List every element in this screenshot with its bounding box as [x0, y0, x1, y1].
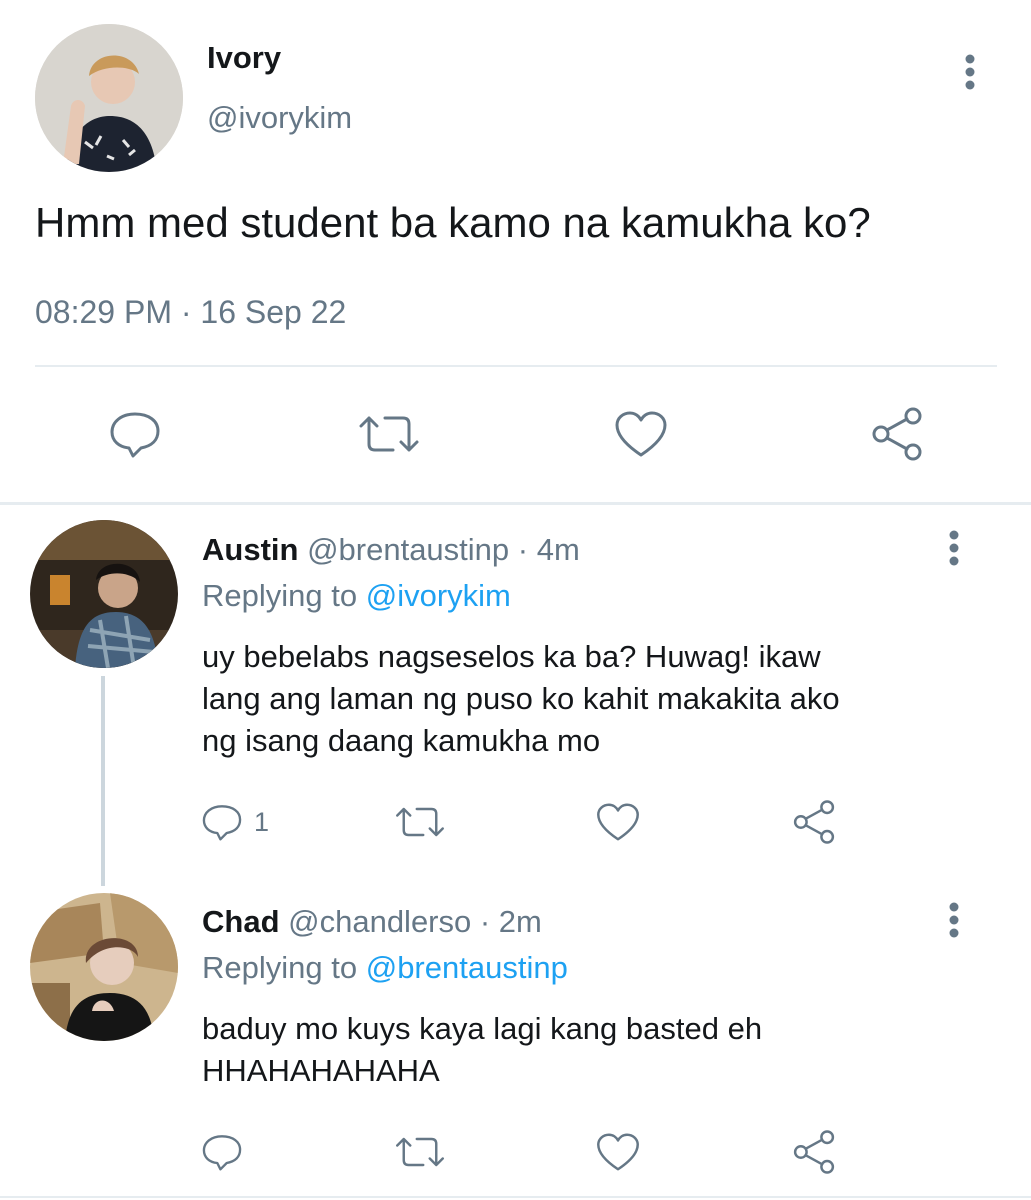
reply-text: uy bebelabs nagseselos ka ba? Huwag! ika… — [202, 636, 840, 762]
tweet-text: Hmm med student ba kamo na kamukha ko? — [35, 199, 871, 246]
reply-header: Chad @chandlerso · 2m — [202, 902, 542, 942]
more-options-icon[interactable] — [934, 526, 974, 570]
reply-text-line: uy bebelabs nagseselos ka ba? Huwag! ika… — [202, 639, 821, 674]
author-handle[interactable]: @ivorykim — [207, 98, 352, 138]
reply-author-handle[interactable]: @brentaustinp — [307, 532, 509, 567]
like-icon[interactable] — [606, 402, 676, 466]
reply-text-line: lang ang laman ng puso ko kahit makakita… — [202, 681, 840, 716]
reply-header: Austin @brentaustinp · 4m — [202, 530, 580, 570]
reply-text-line: ng isang daang kamukha mo — [202, 723, 601, 758]
replying-to-label: Replying to — [202, 578, 358, 613]
reply-author-name[interactable]: Austin — [202, 532, 298, 567]
reply-icon[interactable]: 1 — [200, 798, 280, 846]
reply-text: baduy mo kuys kaya lagi kang basted eh H… — [202, 1008, 762, 1092]
share-icon[interactable] — [786, 796, 842, 848]
reply-time: · 4m — [517, 532, 580, 567]
reply-author-handle[interactable]: @chandlerso — [288, 904, 471, 939]
reply-icon[interactable] — [100, 402, 170, 466]
reply-avatar[interactable] — [30, 520, 178, 668]
replying-to-line: Replying to @brentaustinp — [202, 948, 568, 988]
more-options-icon[interactable] — [950, 48, 990, 96]
replying-to-link[interactable]: @brentaustinp — [366, 950, 568, 985]
reply-text-line: baduy mo kuys kaya lagi kang basted eh — [202, 1011, 763, 1046]
retweet-icon[interactable] — [352, 402, 426, 466]
bottom-divider — [0, 1196, 1031, 1198]
thread-line — [101, 676, 105, 886]
reply-text-line: HHAHAHAHAHA — [202, 1053, 440, 1088]
share-icon[interactable] — [786, 1126, 842, 1178]
like-icon[interactable] — [590, 798, 646, 846]
divider — [35, 365, 997, 367]
tweet-timestamp: 08:29 PM · 16 Sep 22 — [35, 294, 347, 330]
replying-to-line: Replying to @ivorykim — [202, 576, 511, 616]
more-options-icon[interactable] — [934, 898, 974, 942]
retweet-icon[interactable] — [390, 798, 450, 846]
like-icon[interactable] — [590, 1128, 646, 1176]
reply-avatar[interactable] — [30, 893, 178, 1041]
replying-to-label: Replying to — [202, 950, 358, 985]
reply-time: · 2m — [479, 904, 542, 939]
replying-to-link[interactable]: @ivorykim — [366, 578, 511, 613]
reply-author-name[interactable]: Chad — [202, 904, 280, 939]
section-divider — [0, 502, 1031, 505]
author-avatar[interactable] — [35, 24, 183, 172]
reply-count: 1 — [254, 806, 270, 837]
share-icon[interactable] — [862, 402, 932, 466]
retweet-icon[interactable] — [390, 1128, 450, 1176]
author-name[interactable]: Ivory — [207, 38, 281, 78]
reply-icon[interactable] — [200, 1128, 256, 1176]
